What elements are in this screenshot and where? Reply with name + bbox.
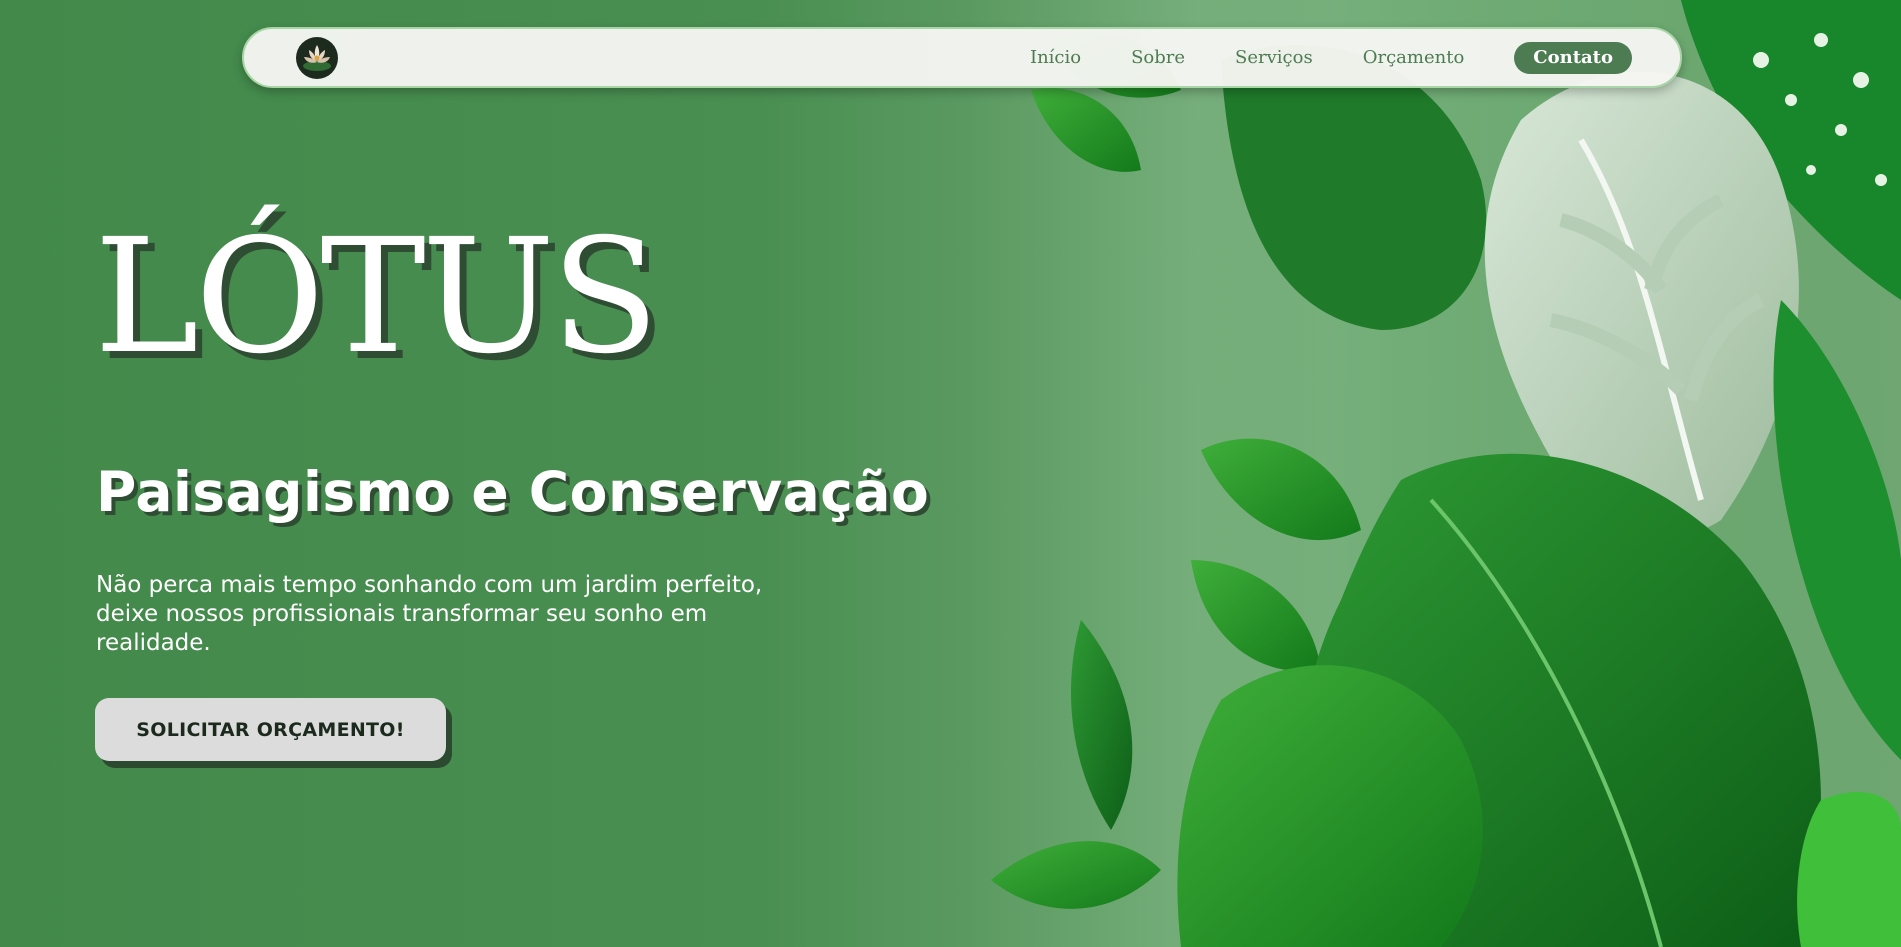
- nav-link-orcamento[interactable]: Orçamento: [1363, 47, 1465, 68]
- contact-button[interactable]: Contato: [1514, 41, 1632, 74]
- nav-link-inicio[interactable]: Início: [1030, 47, 1081, 68]
- request-quote-button[interactable]: SOLICITAR ORÇAMENTO!: [95, 698, 446, 761]
- nav-link-sobre[interactable]: Sobre: [1131, 47, 1185, 68]
- hero-subtitle: Paisagismo e Conservação: [96, 460, 930, 524]
- nav-links: Início Sobre Serviços Orçamento Contato: [980, 41, 1632, 74]
- hero-title: LÓTUS: [94, 205, 659, 389]
- top-navbar: Início Sobre Serviços Orçamento Contato: [242, 27, 1682, 88]
- hero-description: Não perca mais tempo sonhando com um jar…: [96, 572, 763, 656]
- lotus-logo-icon[interactable]: [294, 35, 340, 81]
- tropical-leaves-illustration: [961, 0, 1901, 947]
- nav-link-servicos[interactable]: Serviços: [1235, 47, 1313, 68]
